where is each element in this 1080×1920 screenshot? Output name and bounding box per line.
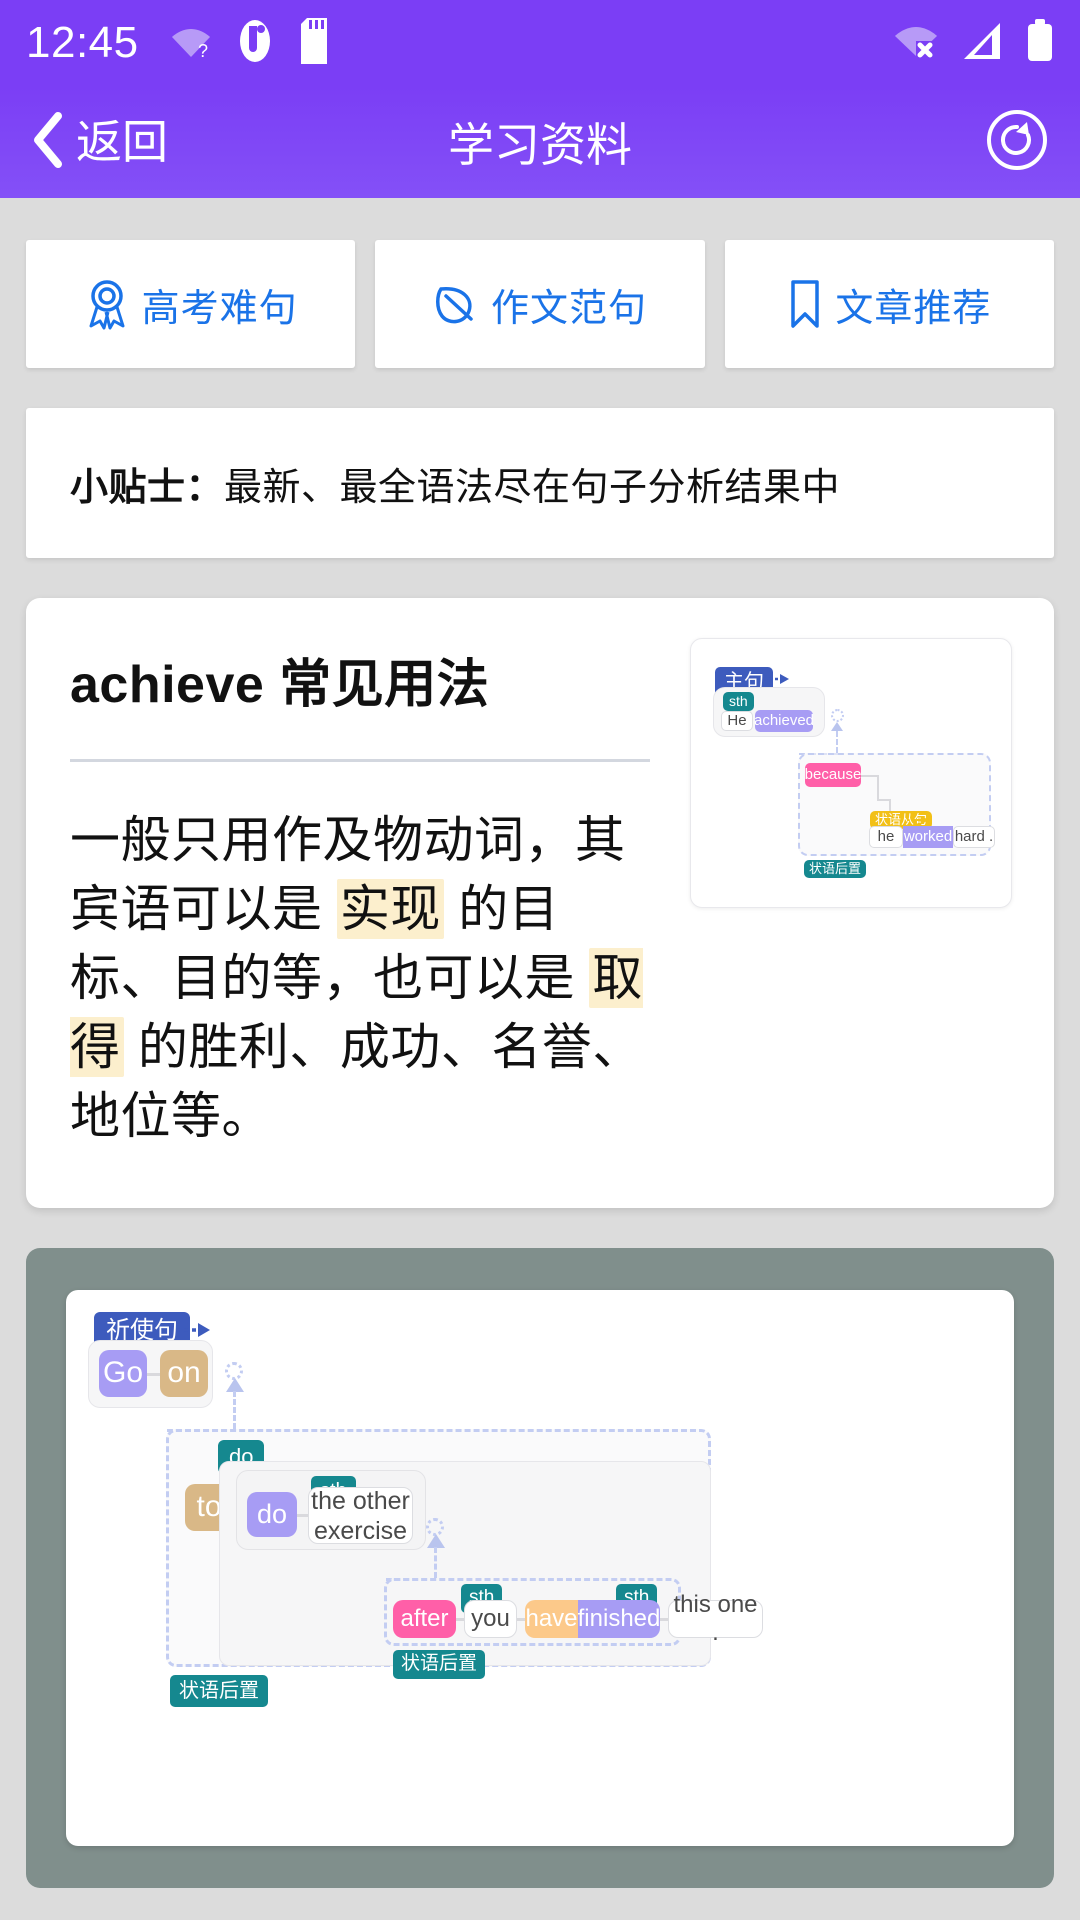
signal-bars-icon (962, 21, 1004, 66)
big-token-on: on (160, 1350, 208, 1397)
arrow-up-icon (427, 1534, 445, 1548)
dotted-arrow-icon (763, 673, 791, 685)
tip-card: 小贴士：最新、最全语法尽在句子分析结果中 (26, 408, 1054, 558)
big-token-after: after (393, 1600, 456, 1638)
mini-sentence-diagram[interactable]: 主句 sth He achieved because 状语从句 he worke… (690, 638, 1012, 908)
mini-token-because: because (805, 763, 861, 787)
sentence-diagram-panel: 祈使句 Go on do to do the other exercise st… (26, 1248, 1054, 1888)
big-token-finished: finished (578, 1600, 660, 1638)
usage-card: achieve 常见用法 一般只用作及物动词，其宾语可以是 实现 的目标、目的等… (26, 598, 1054, 1208)
mini-token-achieved: achieved (754, 710, 814, 732)
connector-line (147, 1373, 161, 1376)
chevron-left-icon (28, 110, 66, 175)
tab-label: 高考难句 (141, 287, 298, 330)
mini-dash-vertical (836, 731, 838, 753)
category-tabs: 高考难句 作文范句 文章推荐 (0, 198, 1080, 368)
usage-card-body: 一般只用作及物动词，其宾语可以是 实现 的目标、目的等，也可以是 取得 的胜利、… (70, 806, 650, 1151)
refresh-button[interactable] (982, 105, 1052, 180)
mini-connector-dot (831, 709, 844, 722)
back-button[interactable]: 返回 (28, 110, 168, 175)
sentence-diagram-sheet[interactable]: 祈使句 Go on do to do the other exercise st… (66, 1290, 1014, 1846)
status-left-icons: ? (169, 17, 331, 69)
tab-essay-examples[interactable]: 作文范句 (375, 240, 705, 368)
big-dash-vertical-1 (233, 1391, 236, 1429)
sdcard-icon (297, 17, 331, 69)
tip-prefix: 小贴士： (70, 466, 225, 509)
big-inner-footer-tag: 状语后置 (393, 1650, 486, 1679)
refresh-circle-icon (982, 105, 1052, 180)
arrow-up-icon (226, 1378, 244, 1392)
medal-icon (84, 278, 130, 330)
big-token-do-verb: do (247, 1492, 297, 1537)
big-outer-footer-tag: 状语后置 (170, 1675, 268, 1707)
usage-card-divider (70, 759, 650, 762)
mini-connector-line (877, 775, 879, 801)
status-right-icons (892, 18, 1054, 68)
app-header: 返回 学习资料 (0, 86, 1080, 198)
status-bar: 12:45 ? (0, 0, 1080, 86)
app-screen: 12:45 ? 返回 学习资料 高考难句 作文范句 文章推荐 小贴士：最新、最全… (0, 0, 1080, 1920)
body-segment: 的胜利、成功、名誉、地位等。 (70, 1019, 643, 1144)
highlighted-term-1: 实现 (336, 879, 444, 939)
tab-label: 作文范句 (490, 287, 647, 330)
back-button-label: 返回 (76, 116, 168, 168)
big-token-the-other-exercise: the other exercise (308, 1487, 413, 1545)
leaf-icon (433, 279, 479, 329)
bookmark-icon (787, 278, 823, 330)
big-token-go: Go (99, 1350, 147, 1397)
dotted-arrow-icon (176, 1322, 212, 1338)
mini-token-worked: worked (903, 826, 953, 848)
tip-text: 小贴士：最新、最全语法尽在句子分析结果中 (70, 456, 840, 511)
big-dash-vertical-2 (434, 1547, 437, 1578)
wifi-question-icon: ? (169, 21, 213, 66)
mini-sth-tag: sth (723, 692, 754, 711)
mini-footer-tag: 状语后置 (804, 860, 867, 878)
svg-text:?: ? (198, 41, 208, 61)
big-token-this-one: this one . (668, 1591, 763, 1646)
wifi-off-icon (892, 21, 940, 66)
big-token-have: have (525, 1600, 578, 1638)
mini-token-he: He (721, 711, 753, 731)
app-badge-icon (237, 18, 273, 69)
tip-body: 最新、最全语法尽在句子分析结果中 (224, 466, 841, 509)
tab-label: 文章推荐 (835, 287, 992, 330)
battery-full-icon (1026, 18, 1054, 68)
mini-arrow-up-icon (831, 722, 843, 731)
mini-token-hard: hard . (953, 826, 995, 848)
status-clock: 12:45 (26, 18, 139, 67)
tab-article-recommend[interactable]: 文章推荐 (724, 240, 1054, 368)
mini-token-he2: he (869, 826, 903, 848)
big-token-you: you (464, 1600, 517, 1638)
dotted-arrow-icon (907, 815, 931, 825)
tab-gaokao-sentences[interactable]: 高考难句 (26, 240, 356, 368)
